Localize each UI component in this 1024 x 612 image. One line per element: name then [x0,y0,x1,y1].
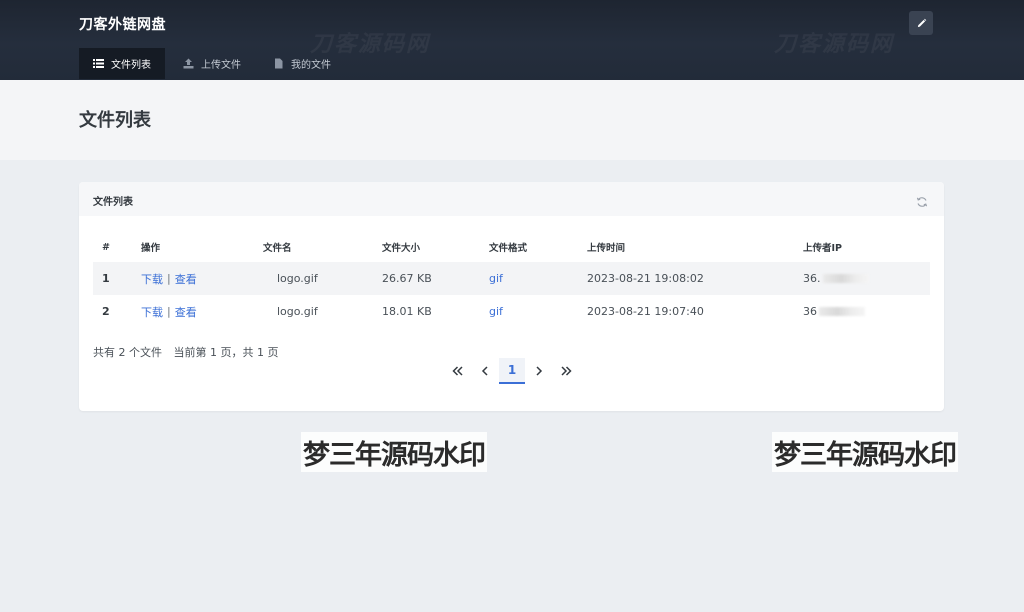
ip-redaction [822,274,869,283]
view-link[interactable]: 查看 [175,304,197,320]
table-header-row: # 操作 文件名 文件大小 文件格式 上传时间 上传者IP [93,232,930,262]
top-header: 刀客源码网 刀客源码网 刀客外链网盘 文件列表 上传文件 我的文件 [0,0,1024,80]
nav-label: 上传文件 [201,60,241,71]
page-info-text: 当前第 1 页，共 1 页 [173,346,279,359]
table-row: 1 下载 | 查看 logo.gif 26.67 KB gif 2023-08-… [93,262,930,295]
page-header-band [0,80,1024,160]
page-title: 文件列表 [79,110,151,131]
column-header-time: 上传时间 [587,243,626,254]
brand-title[interactable]: 刀客外链网盘 [79,14,166,34]
table-row: 2 下载 | 查看 logo.gif 18.01 KB gif 2023-08-… [93,295,930,328]
nav-item-upload[interactable]: 上传文件 [169,48,255,79]
main-nav: 文件列表 上传文件 我的文件 [79,48,345,79]
page-1-button[interactable]: 1 [499,358,525,384]
nav-label: 我的文件 [291,60,331,71]
card-title: 文件列表 [93,197,133,208]
list-icon [93,58,104,69]
last-page-button[interactable] [553,358,579,384]
nav-item-my-files[interactable]: 我的文件 [259,48,345,79]
edit-button[interactable] [909,11,933,35]
row-format: gif [489,305,503,318]
upload-icon [183,58,194,69]
first-page-button[interactable] [445,358,471,384]
chevron-right-icon [535,366,543,376]
row-size: 18.01 KB [382,305,432,318]
double-chevron-right-icon [560,366,572,376]
row-index: 1 [102,272,110,285]
column-header-actions: 操作 [141,243,161,254]
prev-page-button[interactable] [472,358,498,384]
watermark-right: 梦三年源码水印 [772,432,958,472]
row-time: 2023-08-21 19:07:40 [587,305,704,318]
action-separator: | [167,272,171,285]
file-list-card: 文件列表 # 操作 文件名 文件大小 文件格式 上传时间 上传者IP 1 下载 … [79,182,944,411]
row-time: 2023-08-21 19:08:02 [587,272,704,285]
row-ip: 36. [803,262,869,295]
download-link[interactable]: 下载 [141,304,163,320]
view-link[interactable]: 查看 [175,271,197,287]
pencil-icon [916,18,927,29]
refresh-icon[interactable] [916,193,928,207]
row-format: gif [489,272,503,285]
nav-label: 文件列表 [111,60,151,71]
nav-item-file-list[interactable]: 文件列表 [79,48,165,79]
action-separator: | [167,305,171,318]
file-table: # 操作 文件名 文件大小 文件格式 上传时间 上传者IP 1 下载 | 查看 … [93,232,930,328]
column-header-index: # [102,241,110,253]
row-filename: logo.gif [277,272,318,285]
chevron-left-icon [481,366,489,376]
double-chevron-left-icon [452,366,464,376]
file-count-text: 共有 2 个文件 [93,346,162,359]
ip-prefix: 36 [803,305,817,318]
card-header: 文件列表 [79,182,944,216]
row-actions: 下载 | 查看 [141,295,197,328]
list-summary: 共有 2 个文件 当前第 1 页，共 1 页 [93,344,278,360]
column-header-filename: 文件名 [263,243,292,254]
download-link[interactable]: 下载 [141,271,163,287]
file-icon [273,58,284,69]
row-actions: 下载 | 查看 [141,262,197,295]
column-header-size: 文件大小 [382,243,421,254]
row-size: 26.67 KB [382,272,432,285]
row-ip: 36 [803,295,865,328]
column-header-ip: 上传者IP [803,243,842,254]
column-header-format: 文件格式 [489,243,528,254]
row-index: 2 [102,305,110,318]
pagination: 1 [445,358,579,384]
next-page-button[interactable] [526,358,552,384]
ip-redaction [819,307,865,316]
ip-prefix: 36. [803,272,821,285]
row-filename: logo.gif [277,305,318,318]
watermark-left: 梦三年源码水印 [301,432,487,472]
header-watermark-right: 刀客源码网 [774,32,895,57]
